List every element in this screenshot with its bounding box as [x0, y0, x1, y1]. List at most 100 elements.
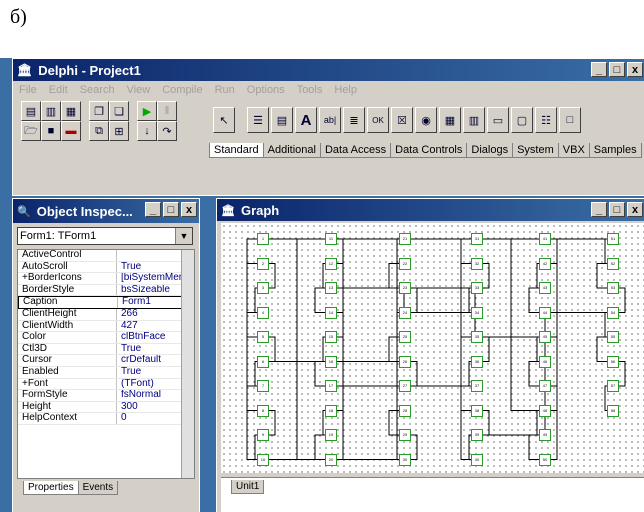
menu-view[interactable]: View — [127, 84, 151, 96]
property-value[interactable]: True — [117, 367, 141, 378]
property-value[interactable]: bsSizeable — [117, 285, 170, 296]
graph-node[interactable]: 30 — [399, 453, 411, 466]
graph-node[interactable]: 12 — [325, 257, 337, 270]
property-value[interactable]: fsNormal — [117, 390, 161, 401]
property-value[interactable] — [117, 250, 121, 261]
graph-node[interactable]: 5 — [257, 331, 269, 343]
graph-node[interactable]: 16 — [325, 355, 337, 368]
graph-node[interactable]: 32 — [471, 257, 483, 270]
graph-node[interactable]: 18 — [325, 404, 337, 417]
graph-node[interactable]: 37 — [471, 380, 483, 392]
radiogroup-icon[interactable]: ☷ — [535, 107, 557, 133]
tab-data-access[interactable]: Data Access — [319, 143, 392, 158]
listbox-icon[interactable]: ▦ — [439, 107, 461, 133]
run-icon[interactable]: ▶ — [137, 101, 157, 121]
main-titlebar[interactable]: 🏛 Delphi - Project1 _ □ x — [13, 59, 644, 81]
add-file-icon[interactable]: ▦ — [61, 101, 81, 121]
graph-node[interactable]: 28 — [399, 404, 411, 417]
graph-node[interactable]: 45 — [539, 331, 551, 343]
graph-node[interactable]: 47 — [539, 380, 551, 392]
graph-node[interactable]: 22 — [399, 257, 411, 270]
property-row[interactable]: ClientHeight 266 — [18, 308, 194, 321]
pointer-icon[interactable]: ↖ — [213, 107, 235, 133]
graph-node[interactable]: 31 — [471, 233, 483, 245]
graph-node[interactable]: 42 — [539, 257, 551, 270]
graph-node[interactable]: 46 — [539, 355, 551, 368]
tab-standard[interactable]: Standard — [209, 143, 264, 158]
radiobutton-icon[interactable]: ◉ — [415, 107, 437, 133]
form-design-grid[interactable]: 1 2 3 4 5 6 7 8 9 10 11 12 13 14 15 16 17 18 19 20 21 22 23 24 2… — [221, 223, 644, 473]
graph-node[interactable]: 29 — [399, 429, 411, 441]
property-value[interactable]: [biSystemMenu — [117, 273, 190, 284]
graph-node[interactable]: 8 — [257, 404, 269, 417]
memo-icon[interactable]: ≣ — [343, 107, 365, 133]
component-selector[interactable]: Form1: TForm1 ▼ — [17, 227, 193, 245]
graph-node[interactable]: 21 — [399, 233, 411, 245]
graph-node[interactable]: 51 — [607, 233, 619, 245]
property-scrollbar[interactable] — [181, 250, 194, 478]
property-value[interactable]: crDefault — [117, 355, 161, 366]
menu-options[interactable]: Options — [247, 84, 285, 96]
graph-node[interactable]: 6 — [257, 355, 269, 368]
graph-node[interactable]: 7 — [257, 380, 269, 392]
graph-node[interactable]: 26 — [399, 355, 411, 368]
menu-file[interactable]: File — [19, 84, 37, 96]
menu-help[interactable]: Help — [334, 84, 357, 96]
graph-node[interactable]: 53 — [607, 282, 619, 294]
graph-node[interactable]: 2 — [257, 257, 269, 270]
graph-node[interactable]: 4 — [257, 306, 269, 319]
graph-node[interactable]: 39 — [471, 429, 483, 441]
property-row[interactable]: ActiveControl — [18, 250, 194, 262]
graph-node[interactable]: 15 — [325, 331, 337, 343]
mainmenu-icon[interactable]: ☰ — [247, 107, 269, 133]
graph-node[interactable]: 27 — [399, 380, 411, 392]
object-inspector-titlebar[interactable]: 🔍 Object Inspec... _ □ x — [13, 199, 199, 223]
property-value[interactable]: clBtnFace — [117, 332, 165, 343]
property-row[interactable]: BorderStyle bsSizeable — [18, 284, 194, 297]
graph-node[interactable]: 19 — [325, 429, 337, 441]
oi-close-button[interactable]: x — [181, 202, 197, 217]
graph-node[interactable]: 24 — [399, 306, 411, 319]
tab-properties[interactable]: Properties — [23, 481, 79, 495]
view-unit-icon[interactable]: ❐ — [89, 101, 109, 121]
property-row[interactable]: Enabled True — [18, 366, 194, 379]
new-form-icon[interactable]: ⊞ — [109, 121, 129, 141]
property-value[interactable]: (TFont) — [117, 379, 154, 390]
tab-samples[interactable]: Samples — [588, 143, 642, 158]
graph-node[interactable]: 57 — [607, 380, 619, 392]
property-value[interactable]: 0 — [117, 413, 127, 424]
tab-system[interactable]: System — [512, 143, 559, 158]
graph-node[interactable]: 55 — [607, 331, 619, 343]
property-value[interactable]: 300 — [117, 402, 138, 413]
view-form-icon[interactable]: ❏ — [109, 101, 129, 121]
pause-icon[interactable]: ‖ — [157, 101, 177, 121]
menu-run[interactable]: Run — [215, 84, 235, 96]
checkbox-icon[interactable]: ☒ — [391, 107, 413, 133]
graph-node[interactable]: 10 — [257, 453, 269, 466]
tab-dialogs[interactable]: Dialogs — [466, 143, 514, 158]
graph-node[interactable]: 9 — [257, 429, 269, 441]
graph-node[interactable]: 49 — [539, 429, 551, 441]
popupmenu-icon[interactable]: ▤ — [271, 107, 293, 133]
tab-additional[interactable]: Additional — [262, 143, 321, 158]
graph-node[interactable]: 33 — [471, 282, 483, 294]
graph-node[interactable]: 25 — [399, 331, 411, 343]
property-value[interactable]: 266 — [117, 309, 138, 320]
tab-events[interactable]: Events — [77, 481, 119, 495]
scrollbar-icon[interactable]: ▭ — [487, 107, 509, 133]
oi-maximize-button[interactable]: □ — [163, 202, 179, 217]
oi-minimize-button[interactable]: _ — [145, 202, 161, 217]
graph-node[interactable]: 43 — [539, 282, 551, 294]
graph-node[interactable]: 38 — [471, 404, 483, 417]
label-icon[interactable]: A — [295, 107, 317, 133]
property-value[interactable]: 427 — [117, 321, 138, 332]
graph-maximize-button[interactable]: □ — [609, 202, 625, 217]
chevron-down-icon[interactable]: ▼ — [175, 228, 192, 244]
property-row[interactable]: FormStyle fsNormal — [18, 390, 194, 402]
graph-minimize-button[interactable]: _ — [591, 202, 607, 217]
graph-node[interactable]: 36 — [471, 355, 483, 368]
graph-node[interactable]: 48 — [539, 404, 551, 417]
graph-node[interactable]: 20 — [325, 453, 337, 466]
step-over-icon[interactable]: ↷ — [157, 121, 177, 141]
graph-node[interactable]: 58 — [607, 404, 619, 417]
